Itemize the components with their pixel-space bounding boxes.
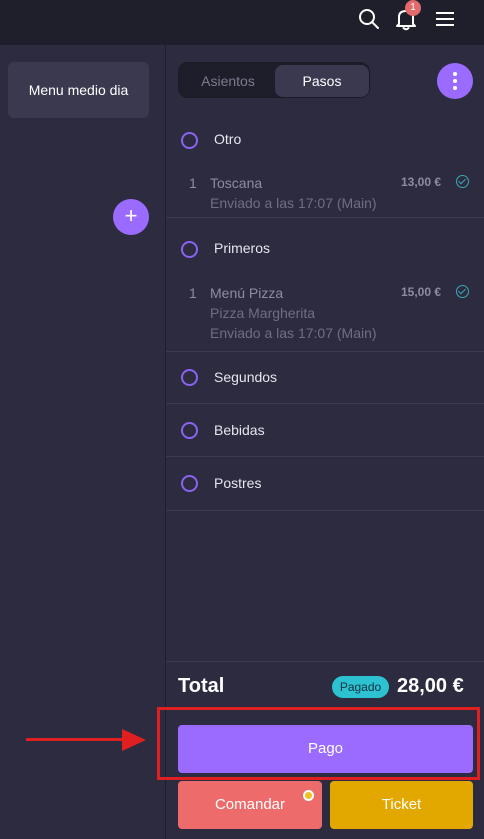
tab-asientos[interactable]: Asientos [181, 65, 275, 97]
annotation-arrow-head-icon [122, 729, 146, 751]
divider [166, 456, 484, 457]
kebab-dot-icon [453, 79, 457, 83]
ticket-button[interactable]: Ticket [330, 781, 473, 829]
item-price: 15,00 € [401, 285, 442, 299]
divider [166, 403, 484, 404]
divider [166, 661, 484, 662]
divider [166, 217, 484, 218]
item-sent-status: Enviado a las 17:07 (Main) [210, 195, 377, 211]
search-icon[interactable] [356, 6, 382, 32]
highlight-box [157, 707, 480, 780]
course-radio-otro[interactable] [181, 132, 198, 149]
divider [166, 351, 484, 352]
course-title-otro: Otro [214, 131, 242, 147]
item-name[interactable]: Menú Pizza [210, 285, 283, 301]
comandar-button[interactable]: Comandar [178, 781, 322, 829]
more-options-button[interactable] [437, 63, 473, 99]
status-badge: Pagado [332, 676, 389, 698]
kebab-dot-icon [453, 72, 457, 76]
course-title-primeros: Primeros [214, 240, 271, 256]
item-modifier: Pizza Margherita [210, 305, 316, 321]
menu-card[interactable]: Menu medio dia [8, 62, 149, 118]
course-radio-primeros[interactable] [181, 241, 198, 258]
sent-check-icon [456, 175, 469, 188]
menu-sidebar: Menu medio dia + [0, 45, 166, 839]
kebab-dot-icon [453, 86, 457, 90]
course-radio-bebidas[interactable] [181, 422, 198, 439]
sent-check-icon [456, 285, 469, 298]
annotation-arrow-icon [26, 738, 126, 741]
top-bar: 1 [0, 0, 484, 45]
add-button[interactable]: + [113, 199, 149, 235]
course-title-bebidas: Bebidas [214, 422, 265, 438]
item-price: 13,00 € [401, 175, 442, 189]
course-title-segundos: Segundos [214, 369, 278, 385]
tab-pasos[interactable]: Pasos [275, 65, 369, 97]
pending-indicator [303, 790, 314, 801]
item-quantity: 1 [189, 175, 197, 191]
item-quantity: 1 [189, 285, 197, 301]
course-radio-postres[interactable] [181, 475, 198, 492]
item-name[interactable]: Toscana [210, 175, 262, 191]
view-toggle: Asientos Pasos [178, 62, 370, 98]
total-label: Total [178, 675, 225, 697]
course-radio-segundos[interactable] [181, 369, 198, 386]
item-sent-status: Enviado a las 17:07 (Main) [210, 325, 377, 341]
hamburger-menu-icon[interactable] [432, 6, 458, 32]
total-amount: 28,00 € [397, 675, 464, 697]
divider [166, 510, 484, 511]
notification-badge: 1 [405, 0, 421, 16]
course-title-postres: Postres [214, 475, 262, 491]
